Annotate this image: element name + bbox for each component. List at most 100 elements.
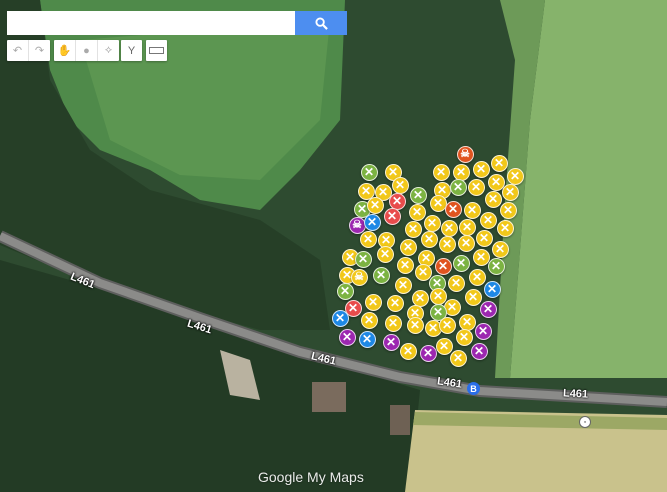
map-marker-yellow[interactable]: ✕ [411,289,429,307]
map-marker-yellow[interactable]: ✕ [467,178,485,196]
cross-icon: ✕ [437,259,449,273]
map-marker-purple[interactable]: ✕ [382,333,400,351]
map-marker-yellow[interactable]: ✕ [420,230,438,248]
cross-icon: ✕ [379,247,391,261]
map-marker-green[interactable]: ✕ [452,254,470,272]
map-marker-yellow[interactable]: ✕ [472,248,490,266]
cross-icon: ✕ [427,321,439,335]
map-marker-purple[interactable]: ✕ [479,300,497,318]
map-marker-green[interactable]: ✕ [336,282,354,300]
cross-icon: ✕ [369,198,381,212]
map-marker-green[interactable]: ✕ [354,250,372,268]
map-marker-yellow[interactable]: ✕ [455,328,473,346]
redo-button[interactable]: ↷ [29,40,50,61]
map-marker-yellow[interactable]: ✕ [360,311,378,329]
map-marker-yellow[interactable]: ✕ [396,256,414,274]
map-marker-yellow[interactable]: ✕ [432,163,450,181]
map-marker-orange[interactable]: ✕ [444,200,462,218]
map-marker-yellow[interactable]: ✕ [468,268,486,286]
map-marker-yellow[interactable]: ✕ [490,154,508,172]
map-marker-yellow[interactable]: ✕ [491,240,509,258]
map-marker-purple[interactable]: ✕ [474,322,492,340]
map-marker-blue[interactable]: ✕ [331,309,349,327]
map-marker-red[interactable]: ✕ [383,207,401,225]
cross-icon: ✕ [377,185,389,199]
cross-icon: ✕ [466,203,478,217]
search-button[interactable] [295,11,347,35]
cross-icon: ✕ [458,330,470,344]
map-marker-green[interactable]: ✕ [409,186,427,204]
map-marker-green[interactable]: ✕ [372,266,390,284]
map-marker-blue[interactable]: ✕ [358,330,376,348]
map-marker-yellow[interactable]: ✕ [386,294,404,312]
map-marker-yellow[interactable]: ✕ [429,287,447,305]
map-marker-yellow[interactable]: ✕ [423,214,441,232]
measure-button[interactable] [146,40,167,61]
map-marker-yellow[interactable]: ✕ [399,342,417,360]
map-marker-yellow[interactable]: ✕ [447,274,465,292]
add-marker-button[interactable]: ● [76,40,98,61]
map-marker-yellow[interactable]: ✕ [406,316,424,334]
map-marker-yellow[interactable]: ✕ [501,183,519,201]
map-marker-purple[interactable]: ✕ [419,344,437,362]
draw-line-button[interactable]: ⟡ [98,40,119,61]
satellite-map[interactable] [0,0,667,492]
map-marker-green[interactable]: ✕ [487,257,505,275]
map-marker-purple[interactable]: ✕ [338,328,356,346]
map-marker-orange[interactable]: ☠ [456,145,474,163]
search-input[interactable] [7,11,295,35]
map-marker-yellow[interactable]: ☠ [350,268,368,286]
cross-icon: ✕ [502,203,514,217]
cross-icon: ✕ [460,236,472,250]
history-toolbar: ↶ ↷ [7,40,50,61]
map-marker-yellow[interactable]: ✕ [394,276,412,294]
map-marker-yellow[interactable]: ✕ [475,229,493,247]
map-marker-green[interactable]: ✕ [360,163,378,181]
pan-button[interactable]: ✋ [54,40,76,61]
pin-icon: ● [83,44,90,57]
map-marker-orange[interactable]: ✕ [434,257,452,275]
bus-stop-marker[interactable]: B [467,382,480,395]
map-marker-yellow[interactable]: ✕ [440,219,458,237]
map-marker-yellow[interactable]: ✕ [366,196,384,214]
map-marker-yellow[interactable]: ✕ [429,194,447,212]
cross-icon: ✕ [494,242,506,256]
map-marker-green[interactable]: ✕ [449,178,467,196]
map-marker-yellow[interactable]: ✕ [464,288,482,306]
map-marker-yellow[interactable]: ✕ [408,203,426,221]
undo-button[interactable]: ↶ [7,40,29,61]
map-marker-yellow[interactable]: ✕ [438,316,456,334]
map-marker-yellow[interactable]: ✕ [391,176,409,194]
map-marker-yellow[interactable]: ✕ [506,167,524,185]
map-marker-yellow[interactable]: ✕ [384,314,402,332]
cross-icon: ✕ [389,296,401,310]
map-marker-yellow[interactable]: ✕ [414,263,432,281]
map-marker-yellow[interactable]: ✕ [438,235,456,253]
map-marker-yellow[interactable]: ✕ [449,349,467,367]
map-marker-yellow[interactable]: ✕ [472,160,490,178]
map-marker-yellow[interactable]: ✕ [484,190,502,208]
map-marker-yellow[interactable]: ✕ [359,230,377,248]
map-marker-yellow[interactable]: ✕ [463,201,481,219]
map-marker-yellow[interactable]: ✕ [479,211,497,229]
transit-stop-icon[interactable]: ▫ [579,416,591,428]
map-marker-yellow[interactable]: ✕ [499,201,517,219]
map-marker-red[interactable]: ✕ [388,192,406,210]
map-marker-purple[interactable]: ✕ [470,342,488,360]
cross-icon: ✕ [452,351,464,365]
map-marker-yellow[interactable]: ✕ [399,238,417,256]
map-marker-yellow[interactable]: ✕ [376,245,394,263]
map-marker-yellow[interactable]: ✕ [435,337,453,355]
map-marker-purple[interactable]: ☠ [348,216,366,234]
map-marker-yellow[interactable]: ✕ [458,313,476,331]
directions-button[interactable]: Y [121,40,142,61]
map-marker-yellow[interactable]: ✕ [496,219,514,237]
map-marker-yellow[interactable]: ✕ [452,163,470,181]
map-marker-yellow[interactable]: ✕ [457,234,475,252]
map-marker-yellow[interactable]: ✕ [458,218,476,236]
map-marker-yellow[interactable]: ✕ [404,220,422,238]
map-marker-blue[interactable]: ✕ [363,213,381,231]
map-marker-blue[interactable]: ✕ [483,280,501,298]
map-marker-yellow[interactable]: ✕ [364,293,382,311]
cross-icon: ✕ [362,232,374,246]
